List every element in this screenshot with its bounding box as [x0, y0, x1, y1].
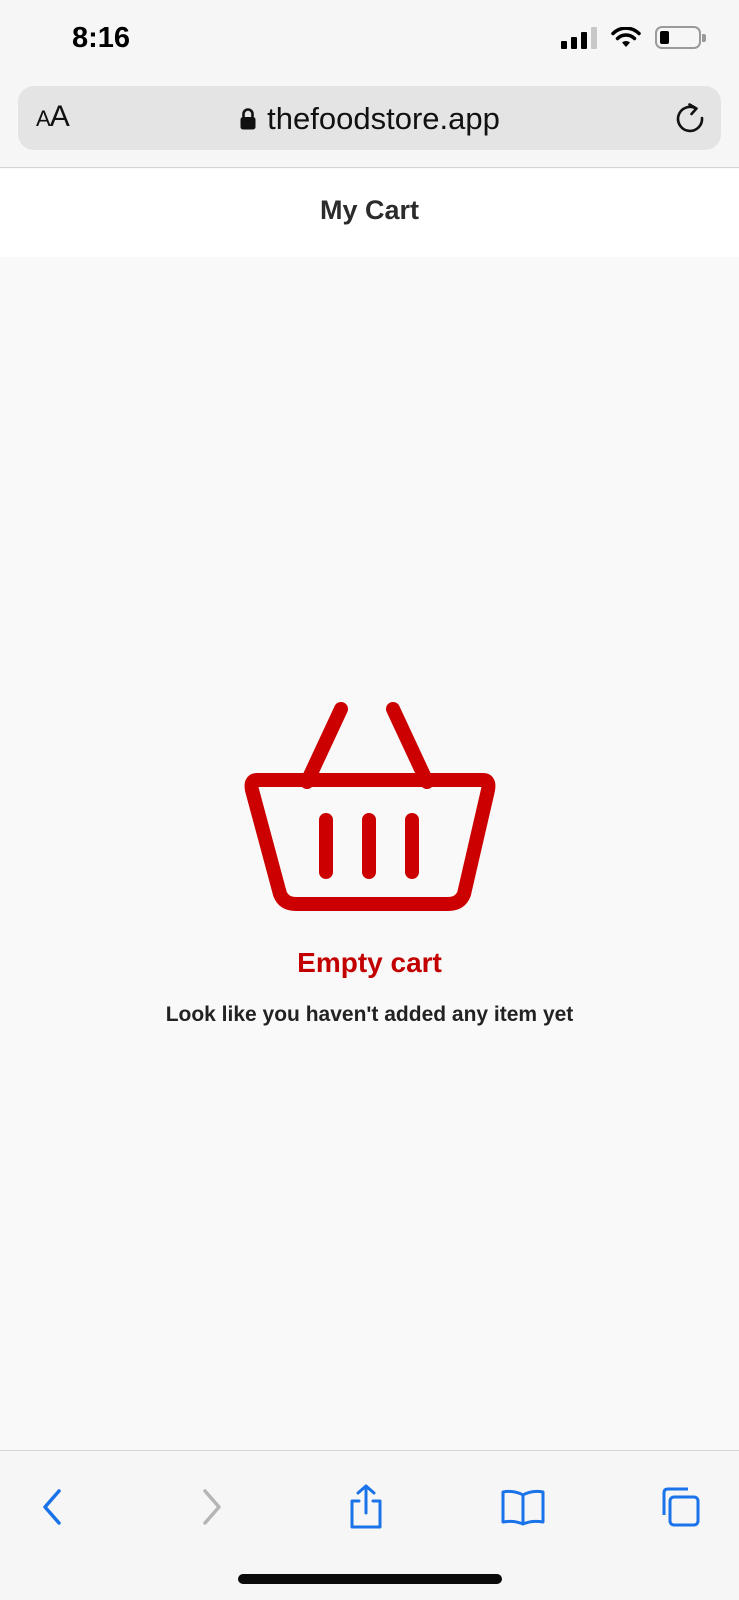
status-icons: [561, 26, 706, 49]
signal-icon: [561, 26, 597, 49]
share-icon: [350, 1484, 382, 1529]
screen: 8:16 AA thefoodstore.app My Cart Empty c…: [0, 0, 739, 1600]
home-indicator: [238, 1574, 502, 1584]
browser-address-area: AA thefoodstore.app: [0, 84, 739, 168]
url-display[interactable]: thefoodstore.app: [18, 101, 721, 137]
lock-icon: [240, 108, 256, 130]
page-header: My Cart: [0, 169, 739, 257]
forward-icon: [203, 1489, 221, 1525]
status-time: 8:16: [72, 22, 131, 54]
back-button[interactable]: [24, 1479, 80, 1535]
share-button[interactable]: [338, 1479, 394, 1535]
empty-cart-title: Empty cart: [297, 947, 442, 978]
bookmarks-button[interactable]: [495, 1479, 551, 1535]
tabs-button[interactable]: [652, 1479, 708, 1535]
reload-icon[interactable]: [673, 101, 707, 135]
bookmarks-icon: [501, 1489, 545, 1526]
page-title: My Cart: [319, 195, 420, 225]
address-bar[interactable]: AA thefoodstore.app: [18, 86, 721, 150]
tabs-icon: [662, 1487, 700, 1527]
url-text: thefoodstore.app: [267, 101, 500, 136]
empty-cart-state: Empty cart Look like you haven't added a…: [0, 700, 739, 1027]
empty-cart-subtitle: Look like you haven't added any item yet: [165, 1003, 574, 1026]
status-bar: 8:16: [0, 0, 739, 84]
battery-icon: [655, 26, 706, 49]
basket-icon: [244, 702, 495, 911]
wifi-icon: [611, 26, 641, 47]
forward-button[interactable]: [184, 1479, 240, 1535]
back-icon: [43, 1489, 61, 1525]
